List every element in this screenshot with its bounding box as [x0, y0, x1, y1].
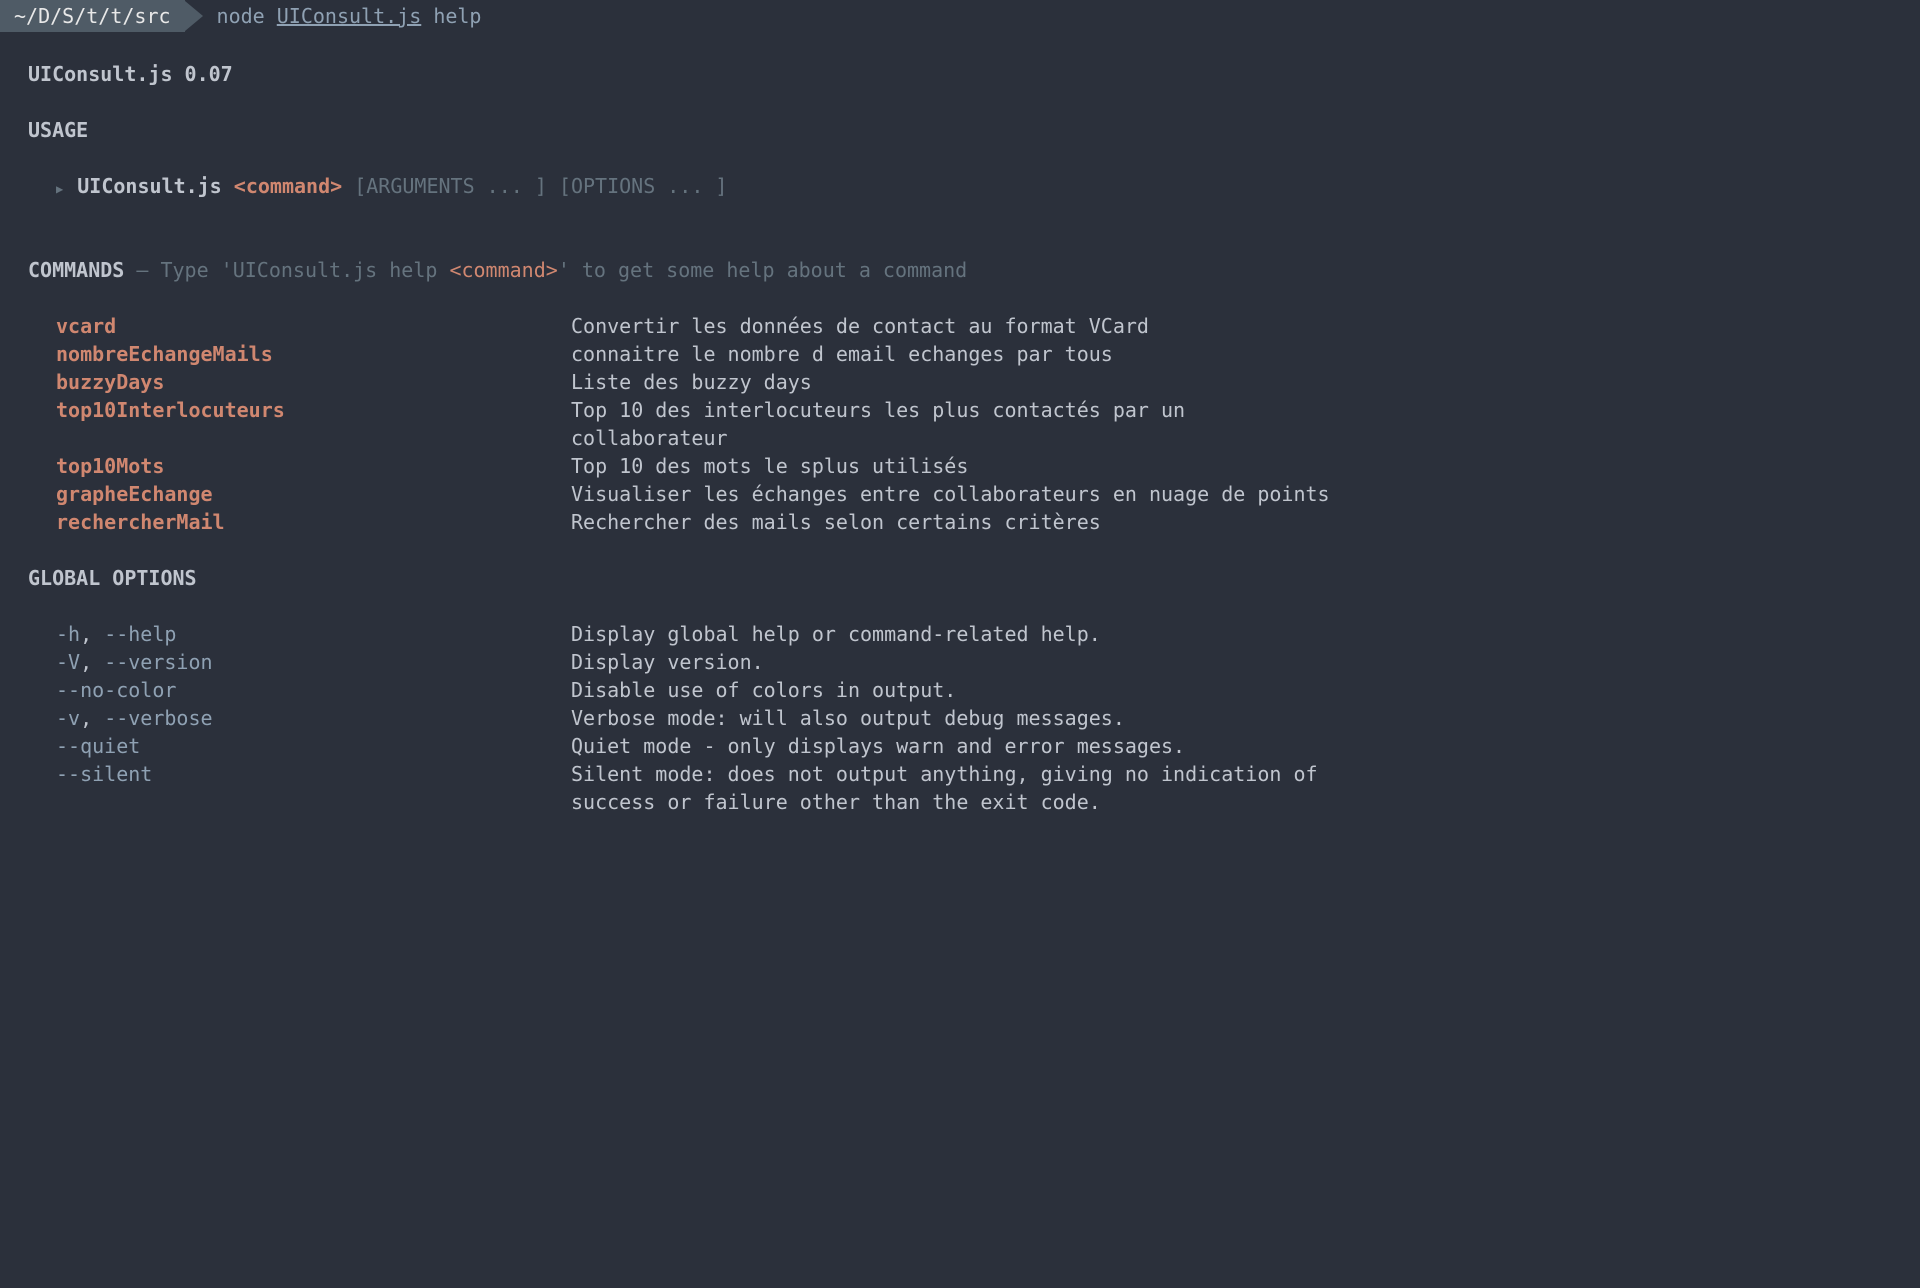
- program-title: UIConsult.js 0.07: [28, 60, 1892, 88]
- option-desc: Display global help or command-related h…: [571, 620, 1101, 648]
- usage-line: ▶ UIConsult.js <command> [ARGUMENTS ... …: [56, 172, 1892, 200]
- command-desc: Liste des buzzy days: [571, 368, 812, 396]
- option-flags: --no-color: [56, 676, 571, 704]
- prompt-file: UIConsult.js: [277, 4, 422, 28]
- option-flag-separator: ,: [80, 622, 104, 646]
- usage-command-placeholder: <command>: [234, 174, 342, 198]
- command-row: top10InterlocuteursTop 10 des interlocut…: [56, 396, 1892, 452]
- command-row: buzzyDaysListe des buzzy days: [56, 368, 1892, 396]
- usage-rest: [ARGUMENTS ... ] [OPTIONS ... ]: [354, 174, 727, 198]
- option-long-flag: --version: [104, 650, 212, 674]
- option-flag-separator: ,: [80, 706, 104, 730]
- option-desc: Verbose mode: will also output debug mes…: [571, 704, 1125, 732]
- command-name: top10Interlocuteurs: [56, 396, 571, 424]
- command-desc: connaitre le nombre d email echanges par…: [571, 340, 1113, 368]
- option-flags: --silent: [56, 760, 571, 788]
- usage-binary: UIConsult.js: [77, 174, 222, 198]
- prompt-arg: help: [433, 4, 481, 28]
- options-list: -h, --helpDisplay global help or command…: [28, 620, 1892, 816]
- option-row: --quiet Quiet mode - only displays warn a…: [56, 732, 1892, 760]
- option-row: -V, --versionDisplay version.: [56, 648, 1892, 676]
- shell-prompt[interactable]: ~/D/S/t/t/src node UIConsult.js help: [0, 0, 1920, 32]
- option-long-flag: --verbose: [104, 706, 212, 730]
- option-desc: Disable use of colors in output.: [571, 676, 956, 704]
- command-name: rechercherMail: [56, 508, 571, 536]
- option-long-flag: --silent: [56, 762, 152, 786]
- prompt-path-wrap: ~/D/S/t/t/src: [0, 0, 217, 32]
- command-row: vcardConvertir les données de contact au…: [56, 312, 1892, 340]
- terminal-output: UIConsult.js 0.07 USAGE ▶ UIConsult.js <…: [0, 60, 1920, 816]
- option-desc: Quiet mode - only displays warn and erro…: [571, 732, 1185, 760]
- option-desc: Silent mode: does not output anything, g…: [571, 760, 1331, 816]
- option-short-flag: -h: [56, 622, 80, 646]
- command-name: grapheEchange: [56, 480, 571, 508]
- commands-header-line: COMMANDS — Type 'UIConsult.js help <comm…: [28, 256, 1892, 284]
- option-short-flag: -V: [56, 650, 80, 674]
- usage-header: USAGE: [28, 116, 1892, 144]
- commands-hint-cmd: <command>: [449, 258, 557, 282]
- option-flags: -h, --help: [56, 620, 571, 648]
- option-row: -h, --helpDisplay global help or command…: [56, 620, 1892, 648]
- command-name: nombreEchangeMails: [56, 340, 571, 368]
- option-long-flag: --help: [104, 622, 176, 646]
- commands-header: COMMANDS: [28, 258, 124, 282]
- option-flags: -V, --version: [56, 648, 571, 676]
- command-desc: Visualiser les échanges entre collaborat…: [571, 480, 1330, 508]
- command-row: nombreEchangeMailsconnaitre le nombre d …: [56, 340, 1892, 368]
- command-row: rechercherMailRechercher des mails selon…: [56, 508, 1892, 536]
- option-flags: -v, --verbose: [56, 704, 571, 732]
- option-flags: --quiet: [56, 732, 571, 760]
- command-desc: Convertir les données de contact au form…: [571, 312, 1149, 340]
- option-row: -v, --verboseVerbose mode: will also out…: [56, 704, 1892, 732]
- prompt-node: node: [217, 4, 265, 28]
- option-short-flag: -v: [56, 706, 80, 730]
- command-desc: Top 10 des interlocuteurs les plus conta…: [571, 396, 1331, 452]
- command-desc: Rechercher des mails selon certains crit…: [571, 508, 1101, 536]
- bullet-icon: ▶: [56, 181, 63, 198]
- commands-hint-prefix: — Type 'UIConsult.js help: [124, 258, 449, 282]
- commands-hint-suffix: ' to get some help about a command: [558, 258, 967, 282]
- prompt-path: ~/D/S/t/t/src: [0, 0, 185, 32]
- option-row: --silent Silent mode: does not output any…: [56, 760, 1892, 816]
- option-long-flag: --quiet: [56, 734, 140, 758]
- option-long-flag: --no-color: [56, 678, 176, 702]
- option-flag-separator: ,: [80, 650, 104, 674]
- command-desc: Top 10 des mots le splus utilisés: [571, 452, 968, 480]
- command-row: grapheEchangeVisualiser les échanges ent…: [56, 480, 1892, 508]
- command-row: top10MotsTop 10 des mots le splus utilis…: [56, 452, 1892, 480]
- option-desc: Display version.: [571, 648, 764, 676]
- commands-list: vcardConvertir les données de contact au…: [28, 312, 1892, 536]
- command-name: vcard: [56, 312, 571, 340]
- command-name: buzzyDays: [56, 368, 571, 396]
- option-row: --no-color Disable use of colors in outpu…: [56, 676, 1892, 704]
- options-header: GLOBAL OPTIONS: [28, 564, 1892, 592]
- prompt-arrow-icon: [185, 1, 203, 31]
- prompt-command: node UIConsult.js help: [217, 2, 482, 30]
- command-name: top10Mots: [56, 452, 571, 480]
